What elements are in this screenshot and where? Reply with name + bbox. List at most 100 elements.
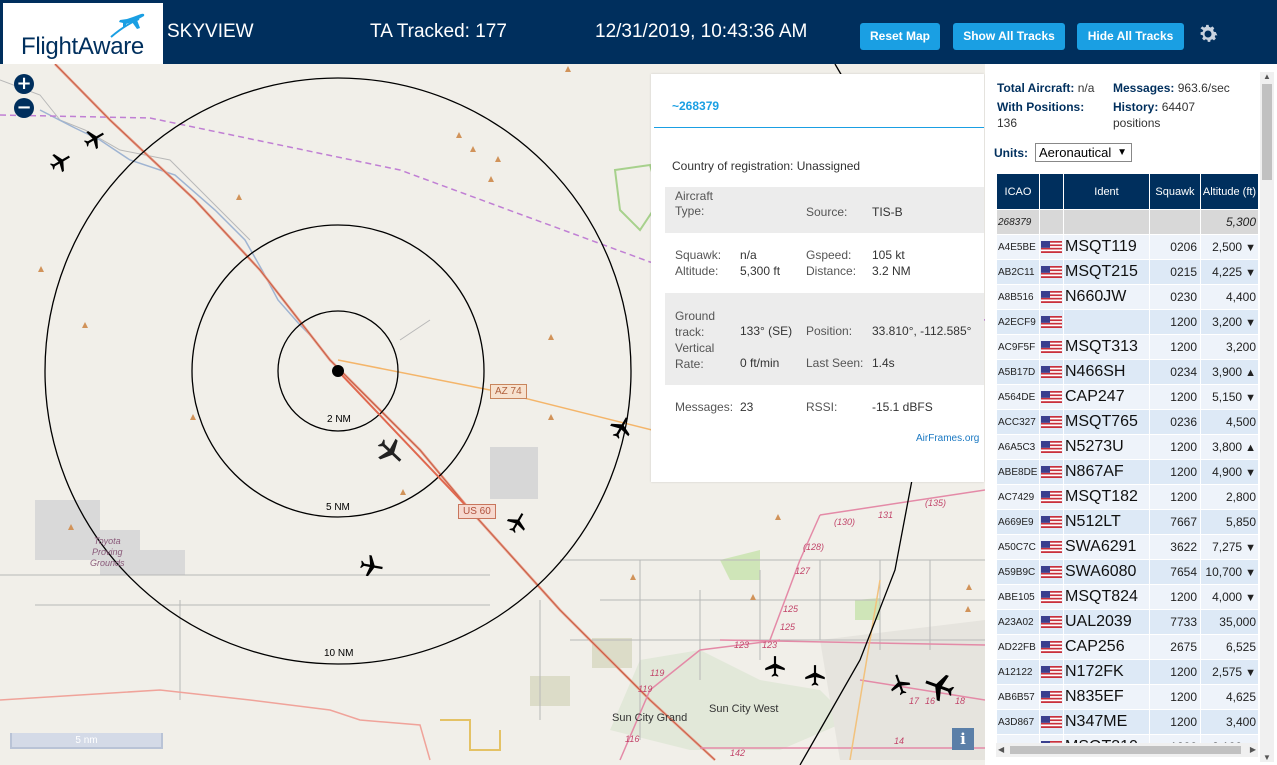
table-row[interactable]: AC9F5F MSQT313 1200 3,200 [996, 334, 1258, 360]
table-row[interactable]: A564DE CAP247 1200 5,150 ▼ [996, 384, 1258, 410]
aircraft-icon[interactable] [47, 149, 73, 175]
table-row[interactable]: A669E9 N512LT 7667 5,850 [996, 509, 1258, 535]
show-all-tracks-button[interactable]: Show All Tracks [953, 23, 1065, 50]
cell-flag [1039, 384, 1064, 410]
altitude-value: 7,275 [1212, 540, 1243, 554]
cell-ident: UAL2039 [1063, 609, 1150, 635]
descend-arrow-icon: ▼ [1245, 592, 1256, 604]
table-row[interactable]: AC7429 MSQT182 1200 2,800 [996, 484, 1258, 510]
table-row[interactable]: A12122 N172FK 1200 2,575 ▼ [996, 659, 1258, 685]
with-positions-label: With Positions: [997, 100, 1085, 114]
table-row[interactable]: A4E5BE MSQT119 0206 2,500 ▼ [996, 234, 1258, 260]
scrollbar-thumb[interactable] [1010, 746, 1241, 754]
cell-squawk: 1200 [1149, 384, 1201, 410]
route-number: 119 [650, 668, 665, 678]
cell-ident: N172FK [1063, 659, 1150, 685]
cell-ident: CAP247 [1063, 384, 1150, 410]
cell-ident: SWA6291 [1063, 534, 1150, 560]
cell-icao: A669E9 [996, 509, 1040, 535]
hide-all-tracks-button[interactable]: Hide All Tracks [1077, 23, 1184, 50]
label-line: Rate: [675, 357, 704, 371]
table-row[interactable]: A3D867 N347ME 1200 3,400 [996, 709, 1258, 735]
cell-ident: N466SH [1063, 359, 1150, 385]
table-row[interactable]: 268379 5,300 [996, 209, 1258, 235]
cell-altitude: 35,000 [1200, 609, 1258, 635]
aircraft-icon[interactable] [504, 510, 530, 536]
scrollbar-thumb[interactable] [1262, 84, 1272, 180]
us-flag-icon [1041, 463, 1062, 480]
altitude-value: 10,700 [1205, 565, 1243, 579]
scroll-left-icon[interactable]: ◀ [998, 745, 1004, 754]
cell-icao: AB6B57 [996, 684, 1040, 710]
cell-squawk: 1200 [1149, 459, 1201, 485]
aircraft-icon[interactable] [357, 552, 385, 580]
table-row[interactable]: A23A02 UAL2039 7733 35,000 [996, 609, 1258, 635]
units-select[interactable]: Aeronautical ▼ [1035, 143, 1132, 162]
us-flag-icon [1041, 263, 1062, 280]
source-value: TIS-B [872, 205, 903, 219]
table-row[interactable]: ACC327 MSQT765 0236 4,500 [996, 409, 1258, 435]
vertical-scrollbar[interactable]: ▲ ▼ [1260, 72, 1274, 762]
aircraft-table-wrap[interactable]: ICAO Ident Squawk Altitude (ft) 268379 5,… [996, 173, 1258, 747]
zoom-out-button[interactable]: − [14, 98, 34, 118]
table-row[interactable]: AD22FB CAP256 2675 6,525 [996, 634, 1258, 660]
col-icao[interactable]: ICAO [996, 173, 1040, 210]
zoom-in-button[interactable]: + [14, 74, 34, 94]
altitude-value: 3,200 [1225, 340, 1256, 354]
cell-squawk: 7667 [1149, 509, 1201, 535]
us-flag-icon [1041, 538, 1062, 555]
aircraft-sidebar: Total Aircraft: n/a Messages: 963.6/sec … [985, 64, 1277, 765]
aircraft-icon[interactable] [802, 663, 828, 689]
route-number: 125 [783, 604, 799, 614]
place-label-proving-grounds: Toyota Proving Grounds [90, 536, 125, 569]
flightaware-logo[interactable]: FlightAware [3, 3, 163, 64]
col-ident[interactable]: Ident [1063, 173, 1150, 210]
table-row[interactable]: A59B9C SWA6080 7654 10,700 ▼ [996, 559, 1258, 585]
table-row[interactable]: A6A5C3 N5273U 1200 3,800 ▲ [996, 434, 1258, 460]
col-flag[interactable] [1039, 173, 1064, 210]
popup-hex-id[interactable]: ~268379 [672, 99, 719, 113]
logo-text: FlightAware [21, 33, 144, 60]
ground-track-label: Ground track: [675, 308, 715, 340]
aircraft-icon[interactable] [762, 654, 788, 680]
popup-divider [654, 127, 984, 128]
scroll-right-icon[interactable]: ▶ [1250, 745, 1256, 754]
map-info-icon[interactable]: i [952, 728, 974, 750]
ground-track-value: 133° (SE) [740, 324, 793, 338]
altitude-value: 2,500 [1212, 240, 1243, 254]
cell-squawk: 0234 [1149, 359, 1201, 385]
aircraft-icon[interactable] [607, 414, 635, 442]
cell-squawk: 1200 [1149, 484, 1201, 510]
col-altitude[interactable]: Altitude (ft) [1200, 173, 1258, 210]
reset-map-button[interactable]: Reset Map [860, 23, 940, 50]
col-squawk[interactable]: Squawk [1149, 173, 1201, 210]
aircraft-icon[interactable] [887, 672, 913, 698]
current-datetime: 12/31/2019, 10:43:36 AM [595, 21, 808, 42]
cell-flag [1039, 484, 1064, 510]
table-row[interactable]: A8B516 N660JW 0230 4,400 [996, 284, 1258, 310]
tracked-count: TA Tracked: 177 [370, 21, 507, 42]
table-row[interactable]: AB6B57 N835EF 1200 4,625 [996, 684, 1258, 710]
squawk-value: n/a [740, 248, 757, 262]
cell-icao: A564DE [996, 384, 1040, 410]
aircraft-icon[interactable] [922, 669, 958, 705]
table-row[interactable]: A5B17D N466SH 0234 3,900 ▲ [996, 359, 1258, 385]
table-row[interactable]: ABE8DE N867AF 1200 4,900 ▼ [996, 459, 1258, 485]
gspeed-value: 105 kt [872, 248, 905, 262]
airframes-link[interactable]: AirFrames.org [916, 433, 979, 444]
cell-flag [1039, 309, 1064, 335]
cell-icao: A3D867 [996, 709, 1040, 735]
aircraft-icon[interactable] [81, 126, 107, 152]
scroll-down-icon[interactable]: ▼ [1263, 753, 1271, 762]
selected-aircraft-icon[interactable] [373, 434, 407, 468]
route-number: (128) [803, 542, 825, 552]
table-row[interactable]: A50C7C SWA6291 3622 7,275 ▼ [996, 534, 1258, 560]
table-row[interactable]: A2ECF9 1200 3,200 ▼ [996, 309, 1258, 335]
horizontal-scrollbar[interactable]: ◀ ▶ [996, 743, 1258, 757]
altitude-value: 35,000 [1219, 615, 1256, 629]
table-row[interactable]: ABE105 MSQT824 1200 4,000 ▼ [996, 584, 1258, 610]
cell-icao: A6A5C3 [996, 434, 1040, 460]
settings-gear-icon[interactable] [1196, 22, 1220, 46]
table-row[interactable]: AB2C11 MSQT215 0215 4,225 ▼ [996, 259, 1258, 285]
scroll-up-icon[interactable]: ▲ [1263, 72, 1271, 81]
